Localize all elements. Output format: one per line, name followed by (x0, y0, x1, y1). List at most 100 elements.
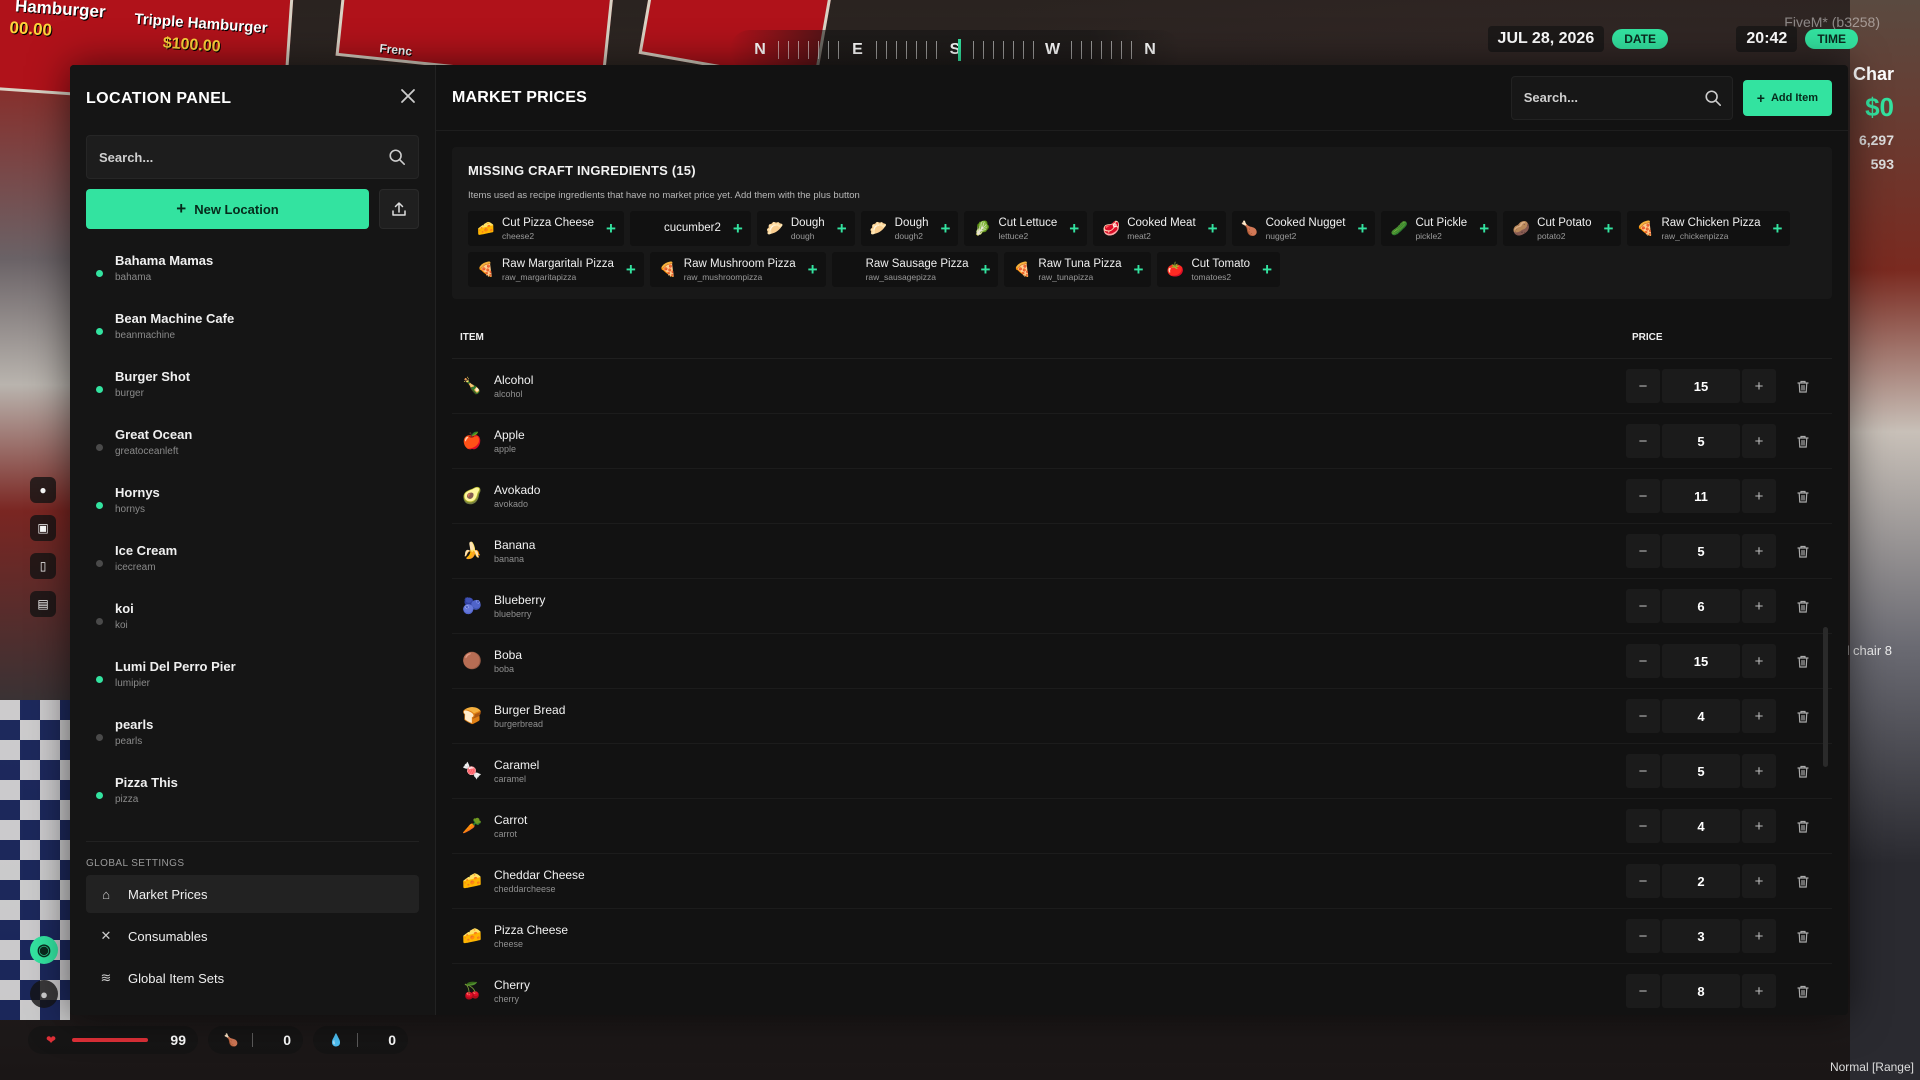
add-ingredient-plus-icon[interactable]: + (606, 220, 616, 237)
add-ingredient-plus-icon[interactable]: + (1358, 220, 1368, 237)
add-ingredient-plus-icon[interactable]: + (1773, 220, 1783, 237)
delete-item-button[interactable] (1790, 868, 1816, 894)
map-icon[interactable]: ▤ (30, 591, 56, 617)
delete-item-button[interactable] (1790, 593, 1816, 619)
increase-price-button[interactable]: + (1742, 809, 1776, 843)
close-button[interactable] (397, 88, 419, 110)
nav-consumables[interactable]: ✕ Consumables (86, 917, 419, 955)
decrease-price-button[interactable]: − (1626, 974, 1660, 1008)
search-icon[interactable] (388, 148, 406, 166)
price-value[interactable]: 5 (1662, 534, 1740, 568)
decrease-price-button[interactable]: − (1626, 754, 1660, 788)
add-ingredient-plus-icon[interactable]: + (1069, 220, 1079, 237)
add-ingredient-plus-icon[interactable]: + (941, 220, 951, 237)
decrease-price-button[interactable]: − (1626, 534, 1660, 568)
radar-icon[interactable]: ◉ (30, 936, 58, 964)
add-ingredient-plus-icon[interactable]: + (1604, 220, 1614, 237)
price-value[interactable]: 15 (1662, 369, 1740, 403)
location-item[interactable]: Bean Machine Cafe beanmachine (86, 297, 419, 355)
decrease-price-button[interactable]: − (1626, 589, 1660, 623)
increase-price-button[interactable]: + (1742, 424, 1776, 458)
add-ingredient-plus-icon[interactable]: + (1262, 261, 1272, 278)
item-image-icon: 🍒 (462, 983, 482, 1000)
location-item[interactable]: Pop's Dinner (86, 819, 419, 842)
price-value[interactable]: 5 (1662, 424, 1740, 458)
decrease-price-button[interactable]: − (1626, 424, 1660, 458)
decrease-price-button[interactable]: − (1626, 699, 1660, 733)
record-icon[interactable]: ● (30, 477, 56, 503)
ingredient-text: Raw Tuna Pizza raw_tunapizza (1038, 258, 1121, 282)
item-name: Alcohol (494, 373, 534, 387)
location-item[interactable]: pearls pearls (86, 703, 419, 761)
delete-item-button[interactable] (1790, 923, 1816, 949)
nav-global-item-sets[interactable]: ≋ Global Item Sets (86, 959, 419, 997)
price-value[interactable]: 11 (1662, 479, 1740, 513)
search-icon[interactable] (1704, 89, 1722, 107)
decrease-price-button[interactable]: − (1626, 644, 1660, 678)
location-item[interactable]: Pizza This pizza (86, 761, 419, 819)
add-ingredient-plus-icon[interactable]: + (1208, 220, 1218, 237)
location-search-input[interactable] (99, 149, 388, 165)
price-value[interactable]: 8 (1662, 974, 1740, 1008)
increase-price-button[interactable]: + (1742, 644, 1776, 678)
add-item-button[interactable]: + Add Item (1742, 79, 1832, 116)
location-item[interactable]: Ice Cream icecream (86, 529, 419, 587)
price-value[interactable]: 4 (1662, 809, 1740, 843)
location-item[interactable]: Burger Shot burger (86, 355, 419, 413)
price-value[interactable]: 4 (1662, 699, 1740, 733)
delete-item-button[interactable] (1790, 483, 1816, 509)
price-value[interactable]: 5 (1662, 754, 1740, 788)
decrease-price-button[interactable]: − (1626, 919, 1660, 953)
delete-item-button[interactable] (1790, 538, 1816, 564)
price-value[interactable]: 2 (1662, 864, 1740, 898)
price-value[interactable]: 6 (1662, 589, 1740, 623)
location-item[interactable]: Bahama Mamas bahama (86, 239, 419, 297)
decrease-price-button[interactable]: − (1626, 809, 1660, 843)
price-value[interactable]: 3 (1662, 919, 1740, 953)
add-ingredient-plus-icon[interactable]: + (733, 220, 743, 237)
increase-price-button[interactable]: + (1742, 589, 1776, 623)
increase-price-button[interactable]: + (1742, 919, 1776, 953)
export-button[interactable] (379, 189, 419, 229)
add-ingredient-plus-icon[interactable]: + (626, 261, 636, 278)
ingredient-id: raw_tunapizza (1038, 271, 1094, 282)
new-location-button[interactable]: + New Location (86, 189, 369, 229)
ingredient-id: meat2 (1127, 230, 1151, 241)
location-item[interactable]: Great Ocean greatoceanleft (86, 413, 419, 471)
add-ingredient-plus-icon[interactable]: + (1479, 220, 1489, 237)
bag-icon[interactable]: ▣ (30, 515, 56, 541)
increase-price-button[interactable]: + (1742, 864, 1776, 898)
delete-item-button[interactable] (1790, 813, 1816, 839)
nav-market-prices[interactable]: ⌂ Market Prices (86, 875, 419, 913)
delete-item-button[interactable] (1790, 373, 1816, 399)
decrease-price-button[interactable]: − (1626, 864, 1660, 898)
decrease-price-button[interactable]: − (1626, 479, 1660, 513)
add-ingredient-plus-icon[interactable]: + (808, 261, 818, 278)
price-value[interactable]: 15 (1662, 644, 1740, 678)
delete-item-button[interactable] (1790, 758, 1816, 784)
add-ingredient-plus-icon[interactable]: + (980, 261, 990, 278)
location-item[interactable]: koi koi (86, 587, 419, 645)
add-ingredient-plus-icon[interactable]: + (1134, 261, 1144, 278)
phone-icon[interactable]: ▯ (30, 553, 56, 579)
delete-item-button[interactable] (1790, 428, 1816, 454)
decrease-price-button[interactable]: − (1626, 369, 1660, 403)
increase-price-button[interactable]: + (1742, 754, 1776, 788)
increase-price-button[interactable]: + (1742, 699, 1776, 733)
increase-price-button[interactable]: + (1742, 974, 1776, 1008)
delete-item-button[interactable] (1790, 648, 1816, 674)
scrollbar-thumb[interactable] (1823, 627, 1828, 767)
increase-price-button[interactable]: + (1742, 479, 1776, 513)
add-ingredient-plus-icon[interactable]: + (837, 220, 847, 237)
location-text: Bahama Mamas bahama (115, 253, 213, 283)
date-value: JUL 28, 2026 (1487, 26, 1605, 52)
increase-price-button[interactable]: + (1742, 534, 1776, 568)
item-search-input[interactable] (1523, 90, 1704, 105)
delete-item-button[interactable] (1790, 978, 1816, 1004)
location-item[interactable]: Lumi Del Perro Pier lumipier (86, 645, 419, 703)
increase-price-button[interactable]: + (1742, 369, 1776, 403)
item-name: Cherry (494, 978, 531, 992)
delete-item-button[interactable] (1790, 703, 1816, 729)
location-item[interactable]: Hornys hornys (86, 471, 419, 529)
ingredient-name: Cooked Nugget (1265, 216, 1346, 229)
